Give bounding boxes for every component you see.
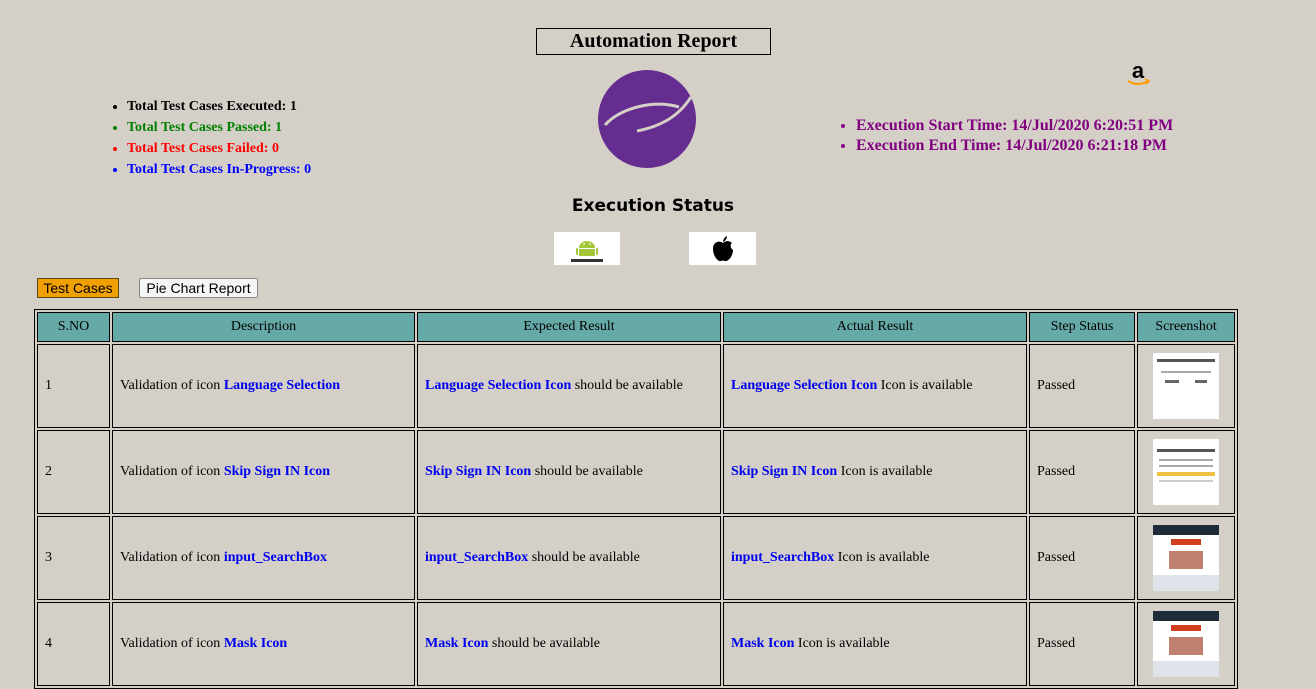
execution-end-time: Execution End Time: 14/Jul/2020 6:21:18 … — [856, 136, 1173, 156]
pie-chart-report-button[interactable]: Pie Chart Report — [139, 278, 258, 298]
desc-prefix: Validation of icon — [120, 378, 224, 393]
desc-prefix: Validation of icon — [120, 636, 224, 651]
cell-expected: Skip Sign IN Icon should be available — [417, 430, 721, 514]
expected-suffix: should be available — [571, 378, 683, 393]
header-step-status: Step Status — [1029, 312, 1135, 342]
cell-sno: 4 — [37, 602, 110, 686]
apple-icon — [712, 235, 733, 261]
android-platform-button[interactable] — [554, 232, 620, 265]
expected-suffix: should be available — [528, 550, 640, 565]
screenshot-thumbnail[interactable] — [1153, 439, 1219, 505]
cell-status: Passed — [1029, 344, 1135, 428]
android-icon — [571, 240, 603, 262]
expected-element: Skip Sign IN Icon — [425, 464, 532, 479]
desc-element: Mask Icon — [223, 636, 288, 651]
screenshot-thumbnail[interactable] — [1153, 353, 1219, 419]
cell-description: Validation of icon Language Selection — [112, 344, 415, 428]
execution-status-heading: Execution Status — [571, 196, 735, 216]
expected-element: input_SearchBox — [425, 550, 529, 565]
table-row: 2 Validation of icon Skip Sign IN Icon S… — [37, 430, 1235, 514]
header-expected-result: Expected Result — [417, 312, 721, 342]
test-cases-button[interactable]: Test Cases — [37, 278, 119, 298]
cell-expected: Language Selection Icon should be availa… — [417, 344, 721, 428]
summary-in-progress: Total Test Cases In-Progress: 0 — [127, 159, 311, 180]
actual-element: input_SearchBox — [731, 550, 835, 565]
cell-description: Validation of icon input_SearchBox — [112, 516, 415, 600]
expected-suffix: should be available — [531, 464, 643, 479]
table-row: 3 Validation of icon input_SearchBox inp… — [37, 516, 1235, 600]
actual-element: Mask Icon — [731, 636, 795, 651]
cell-sno: 3 — [37, 516, 110, 600]
cell-expected: input_SearchBox should be available — [417, 516, 721, 600]
cell-description: Validation of icon Skip Sign IN Icon — [112, 430, 415, 514]
cell-actual: Language Selection Icon Icon is availabl… — [723, 344, 1027, 428]
screenshot-thumbnail[interactable] — [1153, 611, 1219, 677]
table-row: 4 Validation of icon Mask Icon Mask Icon… — [37, 602, 1235, 686]
actual-suffix: Icon is available — [837, 464, 933, 479]
execution-start-time: Execution Start Time: 14/Jul/2020 6:20:5… — [856, 116, 1173, 136]
cell-screenshot — [1137, 602, 1235, 686]
header-sno: S.NO — [37, 312, 110, 342]
summary-failed: Total Test Cases Failed: 0 — [127, 138, 311, 159]
cell-status: Passed — [1029, 602, 1135, 686]
screenshot-thumbnail[interactable] — [1153, 525, 1219, 591]
expected-element: Language Selection Icon — [425, 378, 572, 393]
test-results-table: S.NO Description Expected Result Actual … — [34, 309, 1238, 689]
summary-list: Total Test Cases Executed: 1 Total Test … — [110, 96, 311, 180]
cell-screenshot — [1137, 430, 1235, 514]
desc-prefix: Validation of icon — [120, 550, 224, 565]
cell-actual: input_SearchBox Icon is available — [723, 516, 1027, 600]
header-description: Description — [112, 312, 415, 342]
actual-suffix: Icon is available — [834, 550, 930, 565]
cell-screenshot — [1137, 344, 1235, 428]
header-actual-result: Actual Result — [723, 312, 1027, 342]
svg-text:a: a — [1132, 58, 1145, 83]
execution-times: Execution Start Time: 14/Jul/2020 6:20:5… — [838, 116, 1173, 156]
desc-element: Skip Sign IN Icon — [223, 464, 331, 479]
actual-suffix: Icon is available — [794, 636, 890, 651]
page-title: Automation Report — [536, 28, 771, 55]
table-row: 1 Validation of icon Language Selection … — [37, 344, 1235, 428]
cell-expected: Mask Icon should be available — [417, 602, 721, 686]
amazon-icon[interactable]: a — [1125, 58, 1151, 88]
cell-sno: 2 — [37, 430, 110, 514]
cell-screenshot — [1137, 516, 1235, 600]
cell-description: Validation of icon Mask Icon — [112, 602, 415, 686]
cell-sno: 1 — [37, 344, 110, 428]
actual-element: Language Selection Icon — [731, 378, 878, 393]
summary-passed: Total Test Cases Passed: 1 — [127, 117, 311, 138]
header-screenshot: Screenshot — [1137, 312, 1235, 342]
actual-element: Skip Sign IN Icon — [731, 464, 838, 479]
table-header-row: S.NO Description Expected Result Actual … — [37, 312, 1235, 342]
actual-suffix: Icon is available — [877, 378, 973, 393]
app-logo-icon — [598, 70, 696, 168]
cell-actual: Mask Icon Icon is available — [723, 602, 1027, 686]
desc-prefix: Validation of icon — [120, 464, 224, 479]
desc-element: input_SearchBox — [223, 550, 328, 565]
desc-element: Language Selection — [223, 378, 341, 393]
summary-executed: Total Test Cases Executed: 1 — [127, 96, 311, 117]
cell-status: Passed — [1029, 516, 1135, 600]
cell-status: Passed — [1029, 430, 1135, 514]
expected-element: Mask Icon — [425, 636, 489, 651]
cell-actual: Skip Sign IN Icon Icon is available — [723, 430, 1027, 514]
expected-suffix: should be available — [488, 636, 600, 651]
apple-platform-button[interactable] — [689, 232, 756, 265]
